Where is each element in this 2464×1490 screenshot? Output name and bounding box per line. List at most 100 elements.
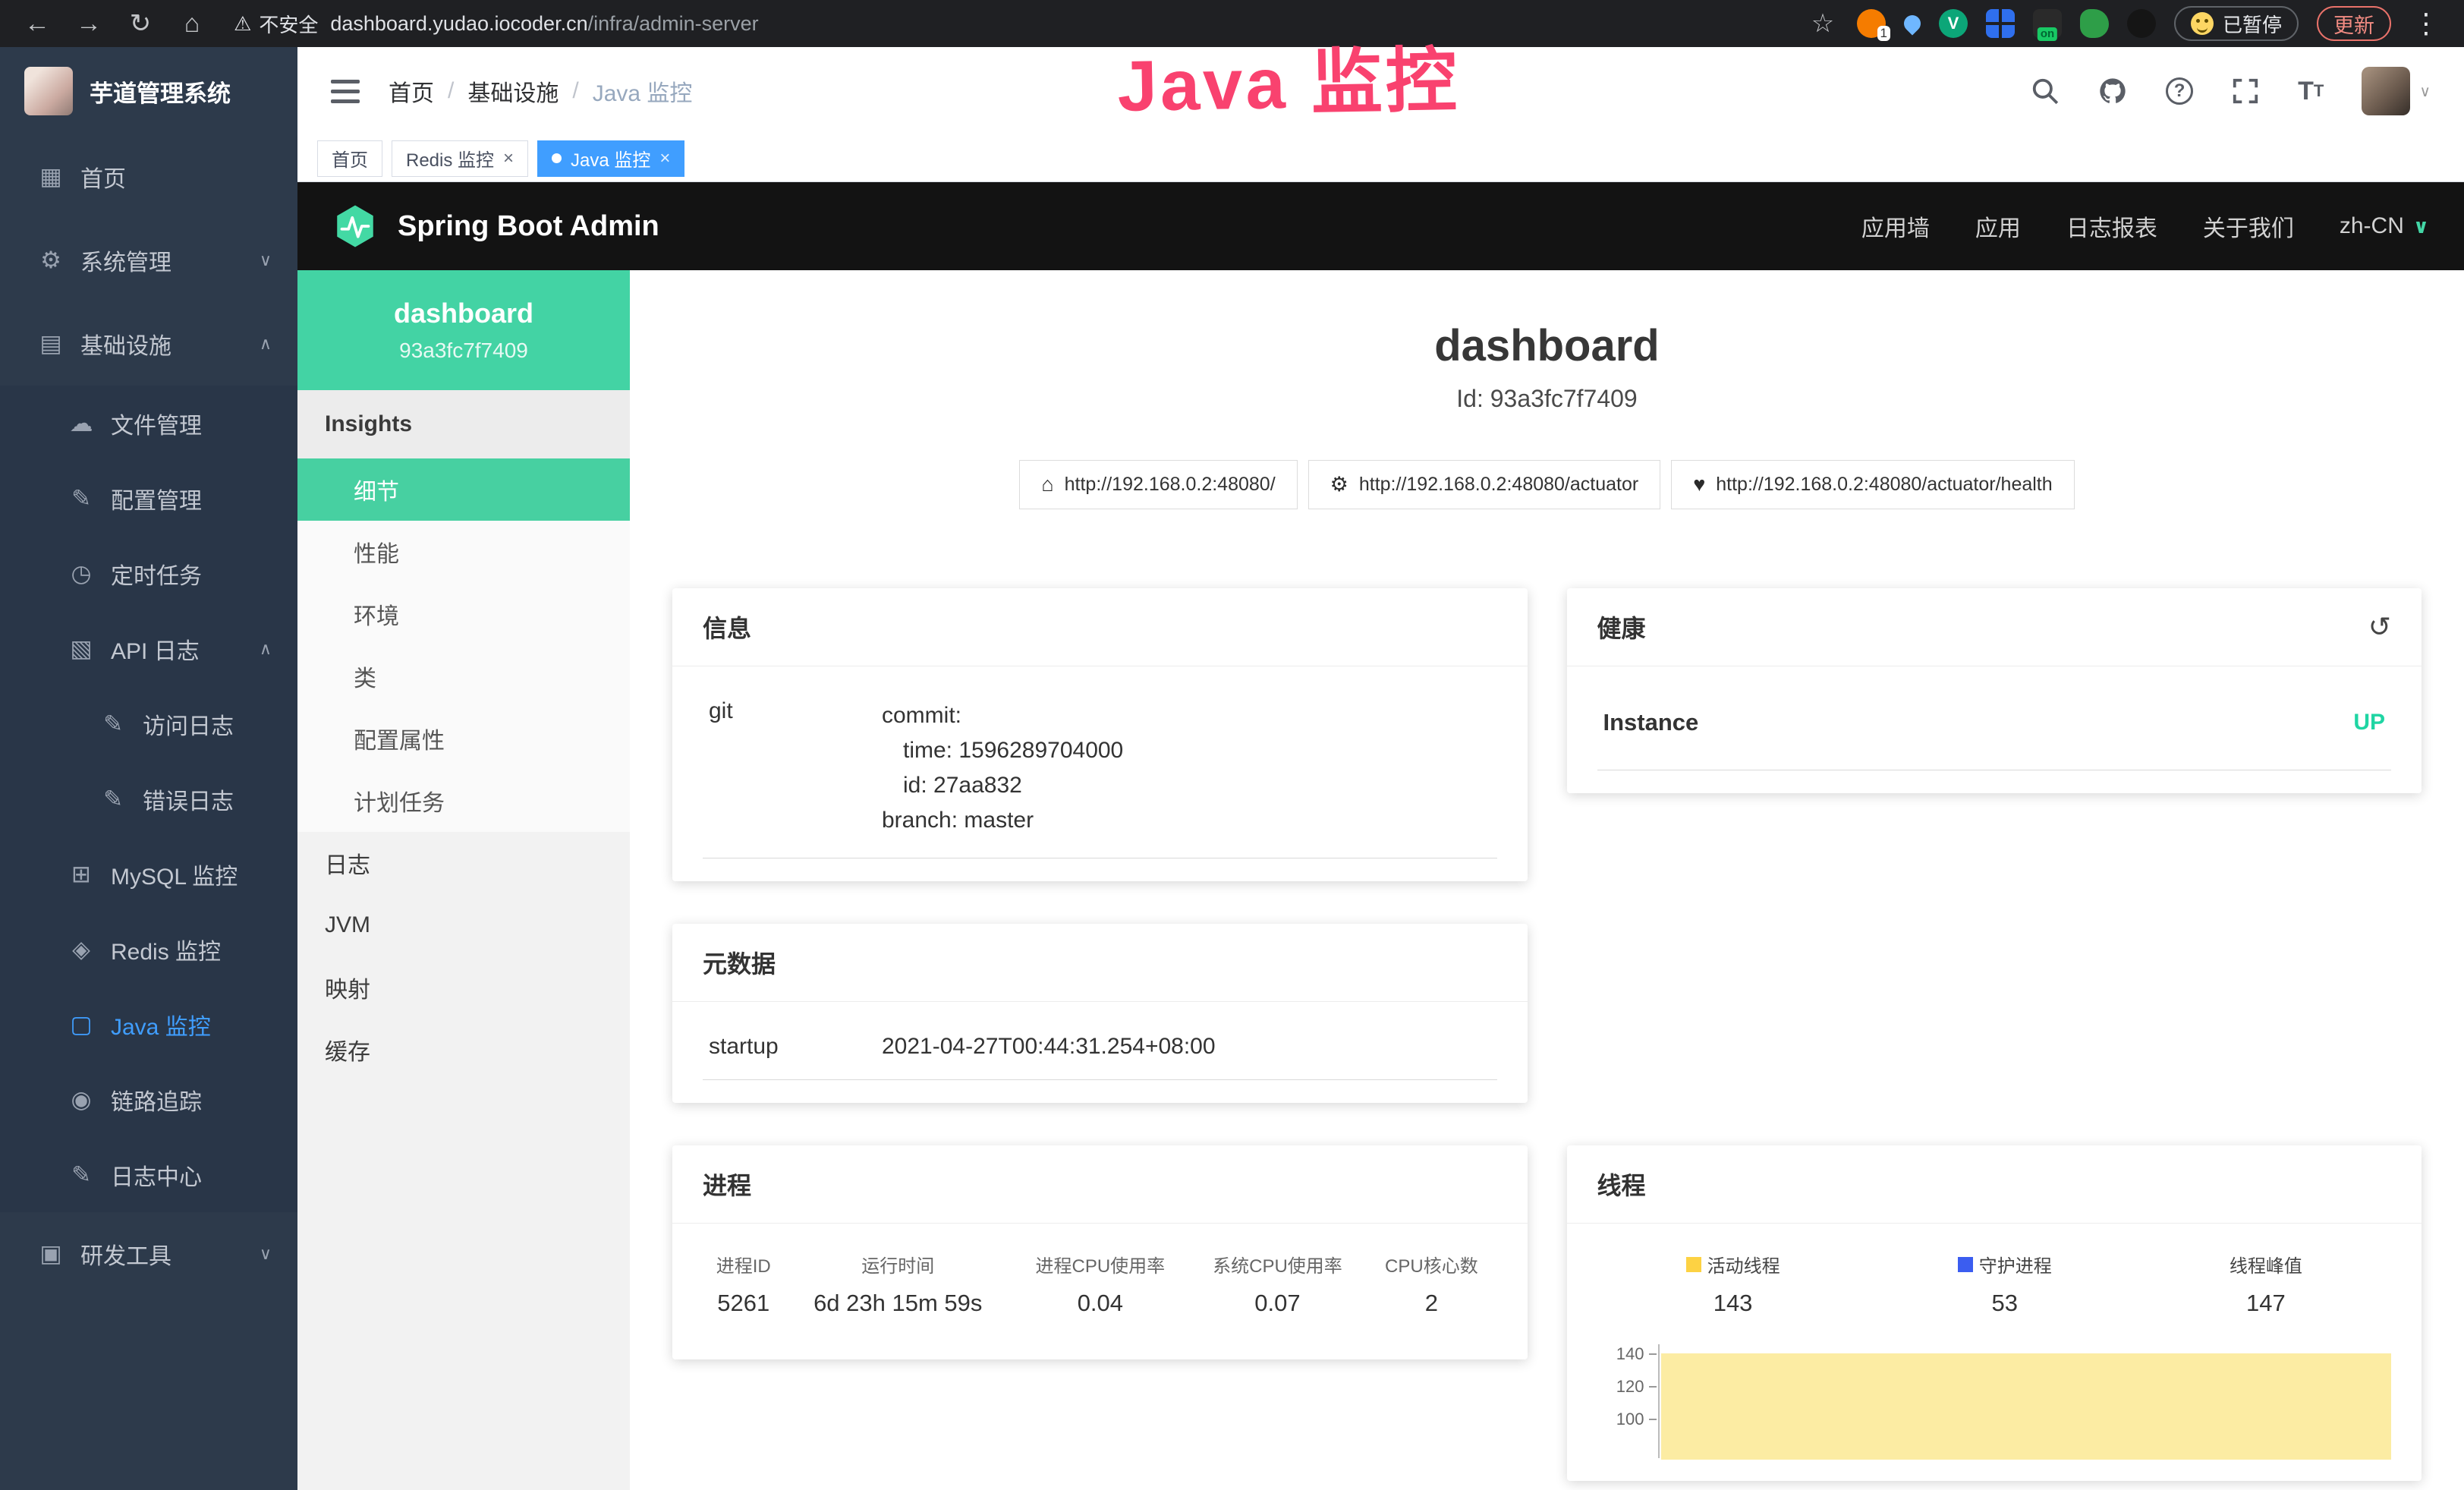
extension-icon-6[interactable] <box>2080 9 2109 38</box>
browser-menu-icon[interactable]: ⋮ <box>2409 8 2443 39</box>
close-icon[interactable]: × <box>503 148 514 169</box>
tab-label: Java 监控 <box>571 145 650 172</box>
app-logo[interactable]: 芋道管理系统 <box>0 47 297 135</box>
sidebar-item-tracing[interactable]: ◉ 链路追踪 <box>0 1062 297 1137</box>
reload-icon[interactable]: ↻ <box>124 8 156 39</box>
bookmark-star-icon[interactable]: ☆ <box>1807 8 1839 39</box>
extension-on-badge: on <box>2038 27 2057 41</box>
github-icon[interactable] <box>2097 76 2128 106</box>
sba-nav-about[interactable]: 关于我们 <box>2203 209 2294 243</box>
health-url-link[interactable]: ♥ http://192.168.0.2:48080/actuator/heal… <box>1671 460 2074 509</box>
sba-nav-journal[interactable]: 日志报表 <box>2066 209 2157 243</box>
actuator-url-link[interactable]: ⚙ http://192.168.0.2:48080/actuator <box>1308 460 1661 509</box>
sba-item-metrics[interactable]: 性能 <box>297 521 630 583</box>
home-icon[interactable]: ⌂ <box>176 9 208 39</box>
sba-item-logs[interactable]: 日志 <box>297 832 630 894</box>
sidebar-item-dev-tools[interactable]: ▣ 研发工具 ∨ <box>0 1212 297 1296</box>
extension-icon-3[interactable]: V <box>1939 9 1968 38</box>
font-size-icon[interactable]: TT <box>2298 77 2324 106</box>
y-tick-label: 100 <box>1616 1410 1644 1429</box>
sidebar-item-system[interactable]: ⚙ 系统管理 ∨ <box>0 219 297 302</box>
clock-icon: ◷ <box>64 560 99 587</box>
sba-nav-wallboard[interactable]: 应用墙 <box>1861 209 1930 243</box>
sba-item-config-props[interactable]: 配置属性 <box>297 707 630 770</box>
sidebar-item-java-monitor[interactable]: ▢ Java 监控 <box>0 987 297 1062</box>
tab-redis-monitor[interactable]: Redis 监控 × <box>392 140 528 177</box>
history-icon[interactable]: ↺ <box>2368 613 2391 641</box>
update-button[interactable]: 更新 <box>2317 6 2391 41</box>
caret-down-icon: ∨ <box>2419 82 2431 101</box>
tab-home[interactable]: 首页 <box>317 140 382 177</box>
sba-instance-header[interactable]: dashboard 93a3fc7f7409 <box>297 270 630 390</box>
close-icon[interactable]: × <box>659 148 670 169</box>
sidebar-collapse-icon[interactable] <box>331 80 360 103</box>
breadcrumb-infrastructure[interactable]: 基础设施 <box>467 74 559 108</box>
sidebar-item-api-logs[interactable]: ▧ API 日志 ∧ <box>0 611 297 686</box>
instance-id-line: Id: 93a3fc7f7409 <box>672 385 2422 413</box>
sidebar-item-file-management[interactable]: ☁ 文件管理 <box>0 386 297 461</box>
user-menu[interactable]: ∨ <box>2362 67 2431 115</box>
metadata-row-startup: startup 2021-04-27T00:44:31.254+08:00 <box>703 1011 1497 1080</box>
service-url-link[interactable]: ⌂ http://192.168.0.2:48080/ <box>1019 460 1297 509</box>
link-label: http://192.168.0.2:48080/ <box>1065 474 1276 496</box>
sidebar-item-log-center[interactable]: ✎ 日志中心 <box>0 1137 297 1212</box>
url-text: dashboard.yudao.iocoder.cn/infra/admin-s… <box>330 12 758 36</box>
address-bar[interactable]: ⚠ 不安全 dashboard.yudao.iocoder.cn/infra/a… <box>234 10 1787 38</box>
help-icon[interactable]: ? <box>2166 77 2193 105</box>
extension-icon-2[interactable] <box>1900 11 1924 35</box>
column-header: 进程ID <box>703 1236 784 1287</box>
sba-item-environment[interactable]: 环境 <box>297 583 630 645</box>
forward-icon[interactable]: → <box>73 9 105 39</box>
column-header: 进程CPU使用率 <box>1012 1236 1189 1287</box>
paused-label: 已暂停 <box>2223 10 2282 38</box>
link-label: http://192.168.0.2:48080/actuator <box>1359 474 1638 496</box>
chart-area-fill <box>1661 1353 2392 1460</box>
extension-icon-7[interactable] <box>2127 9 2156 38</box>
update-label: 更新 <box>2333 9 2374 39</box>
sba-item-scheduled-tasks[interactable]: 计划任务 <box>297 770 630 832</box>
sba-item-details[interactable]: 细节 <box>297 458 630 521</box>
sba-item-mappings[interactable]: 映射 <box>297 956 630 1019</box>
instance-title: dashboard <box>672 320 2422 371</box>
extension-icon-4[interactable] <box>1986 9 2015 38</box>
logs-icon: ▧ <box>64 635 99 663</box>
sidebar-item-infrastructure[interactable]: ▤ 基础设施 ∧ <box>0 302 297 386</box>
cell-cpu-cores: 2 <box>1366 1287 1496 1337</box>
sba-item-classes[interactable]: 类 <box>297 645 630 707</box>
info-line: commit: <box>882 698 1123 733</box>
column-header: 系统CPU使用率 <box>1189 1236 1367 1287</box>
sidebar-item-mysql-monitor[interactable]: ⊞ MySQL 监控 <box>0 836 297 912</box>
sba-language-select[interactable]: zh-CN ∨ <box>2340 213 2429 239</box>
sba-item-jvm[interactable]: JVM <box>297 894 630 956</box>
extension-icon-1[interactable]: 1 <box>1857 9 1886 38</box>
tab-label: 首页 <box>332 145 368 172</box>
sidebar-item-label: 链路追踪 <box>111 1083 202 1117</box>
sba-nav-applications[interactable]: 应用 <box>1975 209 2021 243</box>
sidebar-item-home[interactable]: ▦ 首页 <box>0 135 297 219</box>
search-icon[interactable] <box>2031 77 2060 106</box>
sidebar-item-access-logs[interactable]: ✎ 访问日志 <box>0 686 297 761</box>
header-actions: ? TT ∨ <box>2031 67 2431 115</box>
link-label: http://192.168.0.2:48080/actuator/health <box>1716 474 2052 496</box>
sba-item-caches[interactable]: 缓存 <box>297 1019 630 1081</box>
instance-id: 93a3fc7f7409 <box>399 339 528 363</box>
paused-chip[interactable]: 已暂停 <box>2174 6 2299 41</box>
sba-insights-items: 细节 性能 环境 类 配置属性 计划任务 <box>297 458 630 832</box>
url-domain: dashboard.yudao.iocoder.cn <box>330 12 587 35</box>
sba-logo[interactable]: Spring Boot Admin <box>332 203 659 249</box>
cell-process-cpu: 0.04 <box>1012 1287 1189 1337</box>
sba-group-insights[interactable]: Insights <box>297 390 630 458</box>
breadcrumb-home[interactable]: 首页 <box>389 74 434 108</box>
fullscreen-icon[interactable] <box>2231 77 2260 106</box>
sidebar-item-label: 研发工具 <box>80 1237 172 1271</box>
sidebar-item-scheduled-tasks[interactable]: ◷ 定时任务 <box>0 536 297 611</box>
sidebar-item-error-logs[interactable]: ✎ 错误日志 <box>0 761 297 836</box>
extension-icon-5[interactable]: on <box>2033 9 2062 38</box>
sba-title: Spring Boot Admin <box>398 210 659 243</box>
sidebar-item-redis-monitor[interactable]: ◈ Redis 监控 <box>0 912 297 987</box>
sidebar-item-config-management[interactable]: ✎ 配置管理 <box>0 461 297 536</box>
edit-icon: ✎ <box>64 1161 99 1189</box>
tab-java-monitor[interactable]: Java 监控 × <box>537 140 684 177</box>
back-icon[interactable]: ← <box>21 9 53 39</box>
avatar <box>2362 67 2410 115</box>
